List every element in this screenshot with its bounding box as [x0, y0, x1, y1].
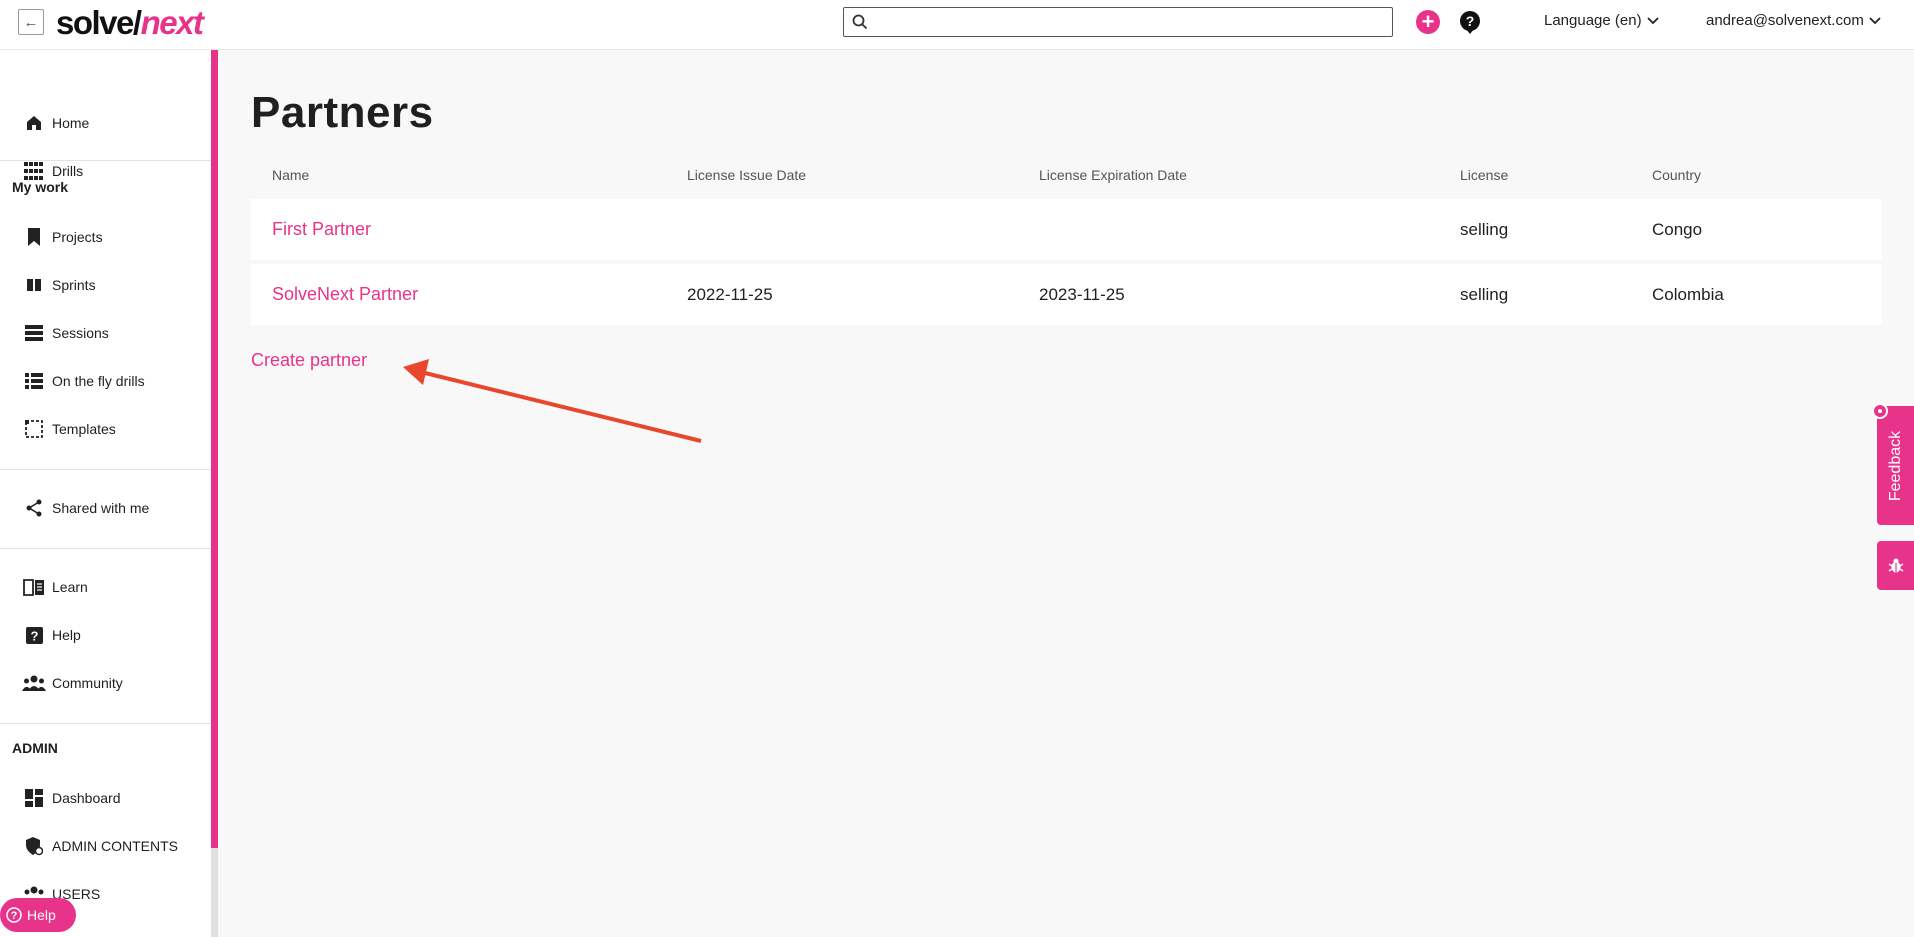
sidebar-item-sessions[interactable]: Sessions [22, 321, 109, 345]
sidebar-item-learn[interactable]: Learn [22, 575, 88, 599]
column-header-license-issue-date[interactable]: License Issue Date [687, 167, 806, 183]
sidebar-item-on-the-fly-drills[interactable]: On the fly drills [22, 369, 145, 393]
country: Colombia [1652, 284, 1724, 304]
bug-icon [1888, 558, 1903, 572]
chevron-down-icon [1646, 16, 1659, 24]
sidebar-item-projects[interactable]: Projects [22, 225, 103, 249]
arrow-left-icon: ← [23, 13, 39, 31]
language-selector[interactable]: Language (en) [1544, 12, 1660, 29]
dashboard-icon [22, 786, 46, 810]
partner-name-link[interactable]: First Partner [272, 199, 371, 260]
column-header-name[interactable]: Name [272, 167, 309, 183]
section-title-my-work: My work [12, 179, 69, 195]
plus-icon: + [1421, 9, 1435, 34]
license-type: selling [1460, 284, 1509, 304]
columns-icon [22, 273, 46, 297]
sidebar: Home Drills My work Projects Sprints Ses… [0, 50, 211, 937]
sidebar-item-help[interactable]: ? Help [22, 623, 81, 647]
people-icon [22, 671, 46, 695]
list-icon [22, 321, 46, 345]
sidebar-item-shared-with-me[interactable]: Shared with me [22, 496, 149, 520]
top-bar: ← solve/next + ? Language (en) andrea@so… [0, 0, 1914, 50]
svg-text:?: ? [1466, 13, 1475, 29]
table-row[interactable]: SolveNext Partner 2022-11-25 2023-11-25 … [251, 264, 1882, 325]
add-button[interactable]: + [1416, 10, 1440, 34]
feedback-notification-dot [1872, 403, 1888, 419]
sidebar-scrollbar-thumb[interactable] [211, 50, 218, 848]
chevron-down-icon [1869, 16, 1881, 24]
search-icon [852, 14, 868, 35]
create-partner-link[interactable]: Create partner [251, 350, 367, 371]
section-title-admin: ADMIN [12, 740, 58, 756]
sidebar-item-dashboard[interactable]: Dashboard [22, 786, 121, 810]
partner-name-link[interactable]: SolveNext Partner [272, 264, 418, 325]
license-expiration-date: 2023-11-25 [1039, 284, 1125, 304]
home-icon [22, 111, 46, 135]
svg-text:?: ? [30, 628, 38, 643]
page-title: Partners [251, 88, 434, 137]
template-icon [22, 417, 46, 441]
sidebar-item-sprints[interactable]: Sprints [22, 273, 96, 297]
floating-help-button[interactable]: ? Help [0, 898, 76, 932]
app-logo[interactable]: solve/next [56, 4, 204, 42]
annotation-arrow [403, 359, 702, 443]
divider [0, 160, 211, 161]
checklist-icon [22, 369, 46, 393]
column-header-license[interactable]: License [1460, 167, 1508, 183]
feedback-tab[interactable]: Feedback [1877, 406, 1914, 525]
divider [0, 548, 211, 549]
bookmark-icon [22, 225, 46, 249]
help-menu-button[interactable]: ? [1457, 9, 1483, 35]
shield-icon [22, 834, 46, 858]
share-icon [22, 496, 46, 520]
license-type: selling [1460, 219, 1509, 239]
help-icon: ? [22, 623, 46, 647]
book-icon [22, 575, 46, 599]
sidebar-item-templates[interactable]: Templates [22, 417, 116, 441]
user-menu[interactable]: andrea@solvenext.com [1706, 12, 1882, 29]
sidebar-item-admin-contents[interactable]: ADMIN CONTENTS [22, 834, 178, 858]
table-row[interactable]: First Partner selling Congo [251, 199, 1882, 260]
license-issue-date: 2022-11-25 [687, 284, 773, 304]
question-circle-icon: ? [6, 907, 22, 923]
sidebar-item-community[interactable]: Community [22, 671, 123, 695]
country: Congo [1652, 219, 1703, 239]
svg-text:?: ? [11, 910, 18, 922]
report-bug-button[interactable] [1877, 541, 1914, 590]
divider [0, 723, 211, 724]
divider [0, 469, 211, 470]
collapse-sidebar-button[interactable]: ← [18, 9, 44, 35]
search-input[interactable] [843, 7, 1393, 37]
sidebar-scrollbar-track[interactable] [211, 848, 218, 937]
sidebar-item-home[interactable]: Home [22, 111, 89, 135]
question-bubble-icon: ? [1460, 11, 1480, 34]
column-header-country[interactable]: Country [1652, 167, 1701, 183]
column-header-license-expiration-date[interactable]: License Expiration Date [1039, 167, 1187, 183]
